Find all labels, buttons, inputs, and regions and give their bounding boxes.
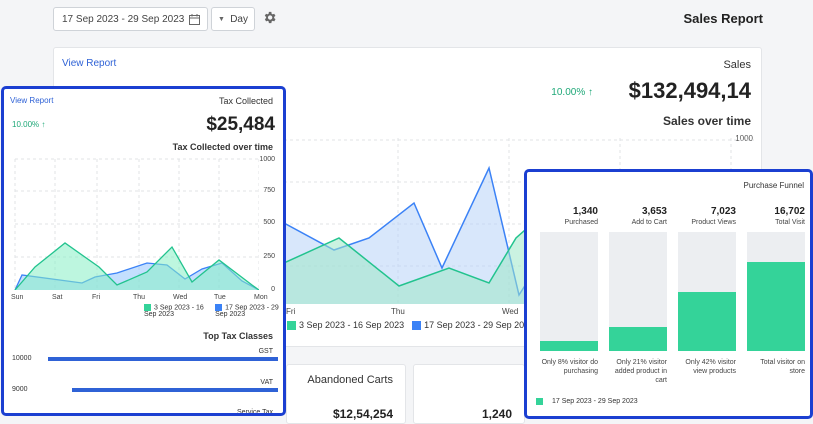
funnel-title: Purchase Funnel	[743, 181, 804, 190]
chevron-down-icon: ▼	[218, 15, 225, 23]
tax-value: $25,484	[206, 114, 275, 135]
tax-collected-card: Tax Collected View Report $25,484 10.00%…	[1, 86, 286, 416]
abandoned-carts-card: Abandoned Carts $12,54,254	[286, 364, 406, 424]
sales-value: $132,494,14	[628, 78, 751, 103]
tax-class-bar	[72, 388, 278, 392]
funnel-bar	[540, 232, 598, 351]
date-range-picker[interactable]: 17 Sep 2023 - 29 Sep 2023	[53, 7, 208, 31]
tax-class-bar	[48, 357, 278, 361]
funnel-stage-label: Add to Cart	[631, 219, 667, 226]
funnel-bar	[747, 232, 805, 351]
tax-x-label: Wed	[173, 294, 188, 301]
page-title: Sales Report	[683, 11, 763, 26]
tax-over-time-chart	[14, 158, 259, 290]
funnel-stage-header: 7,023 Product Views	[678, 206, 736, 226]
sales-x-label: Thu	[391, 307, 405, 316]
granularity-value: Day	[230, 13, 248, 25]
sales-legend: 3 Sep 2023 - 16 Sep 2023 17 Sep 2023 - 2…	[287, 320, 535, 331]
funnel-stage-value: 3,653	[641, 206, 667, 217]
funnel-stage-header: 1,340 Purchased	[540, 206, 598, 226]
legend-label: 17 Sep 2023 - 29 Sep 2023	[424, 320, 535, 330]
funnel-stage-value: 7,023	[710, 206, 736, 217]
legend-swatch	[412, 321, 422, 331]
tax-class-name: VAT	[260, 379, 273, 386]
tax-over-time-title: Tax Collected over time	[172, 142, 273, 152]
tax-change: 10.00% ↑	[12, 120, 46, 129]
top-bar: Sales Report 17 Sep 2023 - 29 Sep 2023 ▼…	[0, 0, 813, 38]
funnel-bar	[678, 232, 736, 351]
tax-x-label: Mon	[254, 294, 268, 301]
metric-card: 1,240	[413, 364, 525, 424]
tax-x-label: Sat	[52, 294, 63, 301]
tax-y-tick: 250	[263, 253, 275, 260]
sales-change: 10.00% ↑	[551, 87, 593, 98]
tax-y-tick: 0	[271, 286, 275, 293]
legend-label: 3 Sep 2023 - 16 Sep 2023	[299, 320, 405, 330]
tax-y-tick: 500	[263, 219, 275, 226]
tax-class-name: GST	[258, 348, 273, 355]
tax-class-value: 9000	[12, 386, 28, 393]
metric-card-value: 1,240	[481, 407, 512, 421]
tax-x-label: Fri	[92, 294, 101, 301]
funnel-bar	[609, 232, 667, 351]
purchase-funnel-card: Purchase Funnel 16,702 Total Visit 7,023…	[524, 169, 813, 419]
tax-title: Tax Collected	[218, 96, 273, 106]
top-tax-classes-title: Top Tax Classes	[203, 331, 273, 341]
legend-item[interactable]: 17 Sep 2023 - 29 Sep 2023	[412, 320, 535, 331]
legend-label: 3 Sep 2023 - 16 Sep 2023	[144, 304, 204, 319]
legend-item[interactable]: 3 Sep 2023 - 16 Sep 2023	[144, 304, 209, 318]
funnel-stage-note: Only 21% visitor added product in cart	[614, 359, 667, 384]
tax-view-report-link[interactable]: View Report	[10, 96, 53, 105]
tax-x-label: Tue	[214, 294, 226, 301]
funnel-stage-header: 3,653 Add to Cart	[609, 206, 667, 226]
funnel-legend: 17 Sep 2023 - 29 Sep 2023	[536, 398, 638, 405]
funnel-stage-note: Only 8% visitor do purchasing	[541, 359, 598, 375]
tax-x-label: Thu	[133, 294, 146, 301]
legend-swatch	[215, 304, 223, 311]
funnel-stage-label: Total Visit	[775, 219, 805, 226]
sales-over-time-title: Sales over time	[662, 114, 751, 128]
tax-class-value: 10000	[12, 355, 32, 362]
tax-y-tick: 1000	[259, 156, 275, 163]
funnel-stage-header: 16,702 Total Visit	[747, 206, 805, 226]
tax-legend: 3 Sep 2023 - 16 Sep 2023 17 Sep 2023 - 2…	[144, 304, 283, 318]
funnel-bar-fill	[678, 291, 736, 351]
sales-x-label: Wed	[502, 307, 519, 316]
legend-item[interactable]: 17 Sep 2023 - 29 Sep 2023	[215, 304, 283, 318]
sales-x-label: Fri	[286, 307, 296, 316]
tax-x-label: Sun	[11, 294, 24, 301]
abandoned-carts-value: $12,54,254	[332, 407, 393, 421]
legend-item[interactable]: 3 Sep 2023 - 16 Sep 2023	[287, 320, 405, 331]
abandoned-carts-title: Abandoned Carts	[307, 374, 393, 386]
funnel-stage-note: Total visitor on store	[760, 359, 805, 375]
tax-y-tick: 750	[263, 187, 275, 194]
legend-label: 17 Sep 2023 - 29 Sep 2023	[552, 398, 638, 405]
calendar-icon	[189, 14, 200, 28]
funnel-bar-fill	[609, 327, 667, 351]
funnel-bar-fill	[540, 341, 598, 351]
granularity-select[interactable]: ▼ Day	[211, 7, 255, 31]
legend-label: 17 Sep 2023 - 29 Sep 2023	[215, 304, 279, 319]
funnel-stage-note: Only 42% visitor view products	[685, 359, 736, 375]
legend-swatch	[536, 398, 543, 405]
legend-swatch	[287, 321, 296, 331]
funnel-bar-fill	[747, 261, 805, 351]
gear-icon[interactable]	[262, 10, 277, 30]
date-range-value: 17 Sep 2023 - 29 Sep 2023	[62, 13, 185, 25]
funnel-stage-label: Product Views	[691, 219, 736, 226]
funnel-stage-value: 16,702	[774, 206, 805, 217]
legend-swatch	[144, 304, 151, 311]
funnel-stage-value: 1,340	[572, 206, 598, 217]
sales-title: Sales	[723, 59, 751, 71]
sales-view-report-link[interactable]: View Report	[62, 58, 116, 69]
funnel-stage-label: Purchased	[564, 219, 598, 226]
